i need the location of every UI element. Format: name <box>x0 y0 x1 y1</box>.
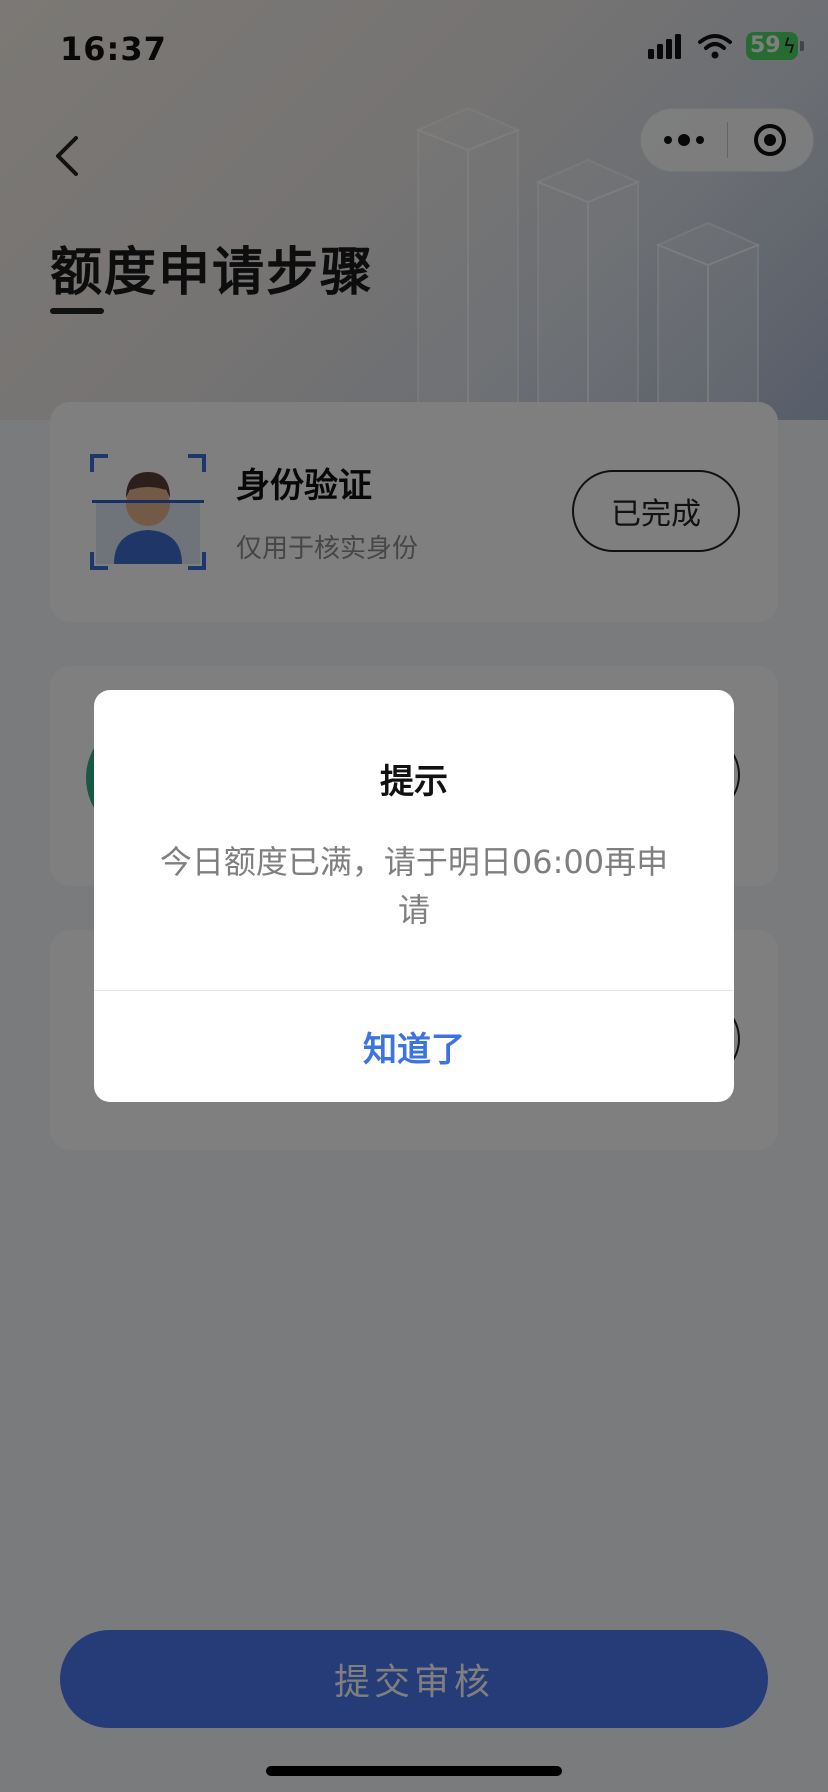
home-indicator <box>266 1766 562 1776</box>
dialog-confirm-button[interactable]: 知道了 <box>94 991 734 1102</box>
dialog-title: 提示 <box>380 762 448 802</box>
dialog-message: 今日额度已满，请于明日06:00再申请 <box>159 843 669 929</box>
alert-dialog: 提示 今日额度已满，请于明日06:00再申请 知道了 <box>94 690 734 1102</box>
screen: 16:37 59 ϟ <box>0 0 828 1792</box>
